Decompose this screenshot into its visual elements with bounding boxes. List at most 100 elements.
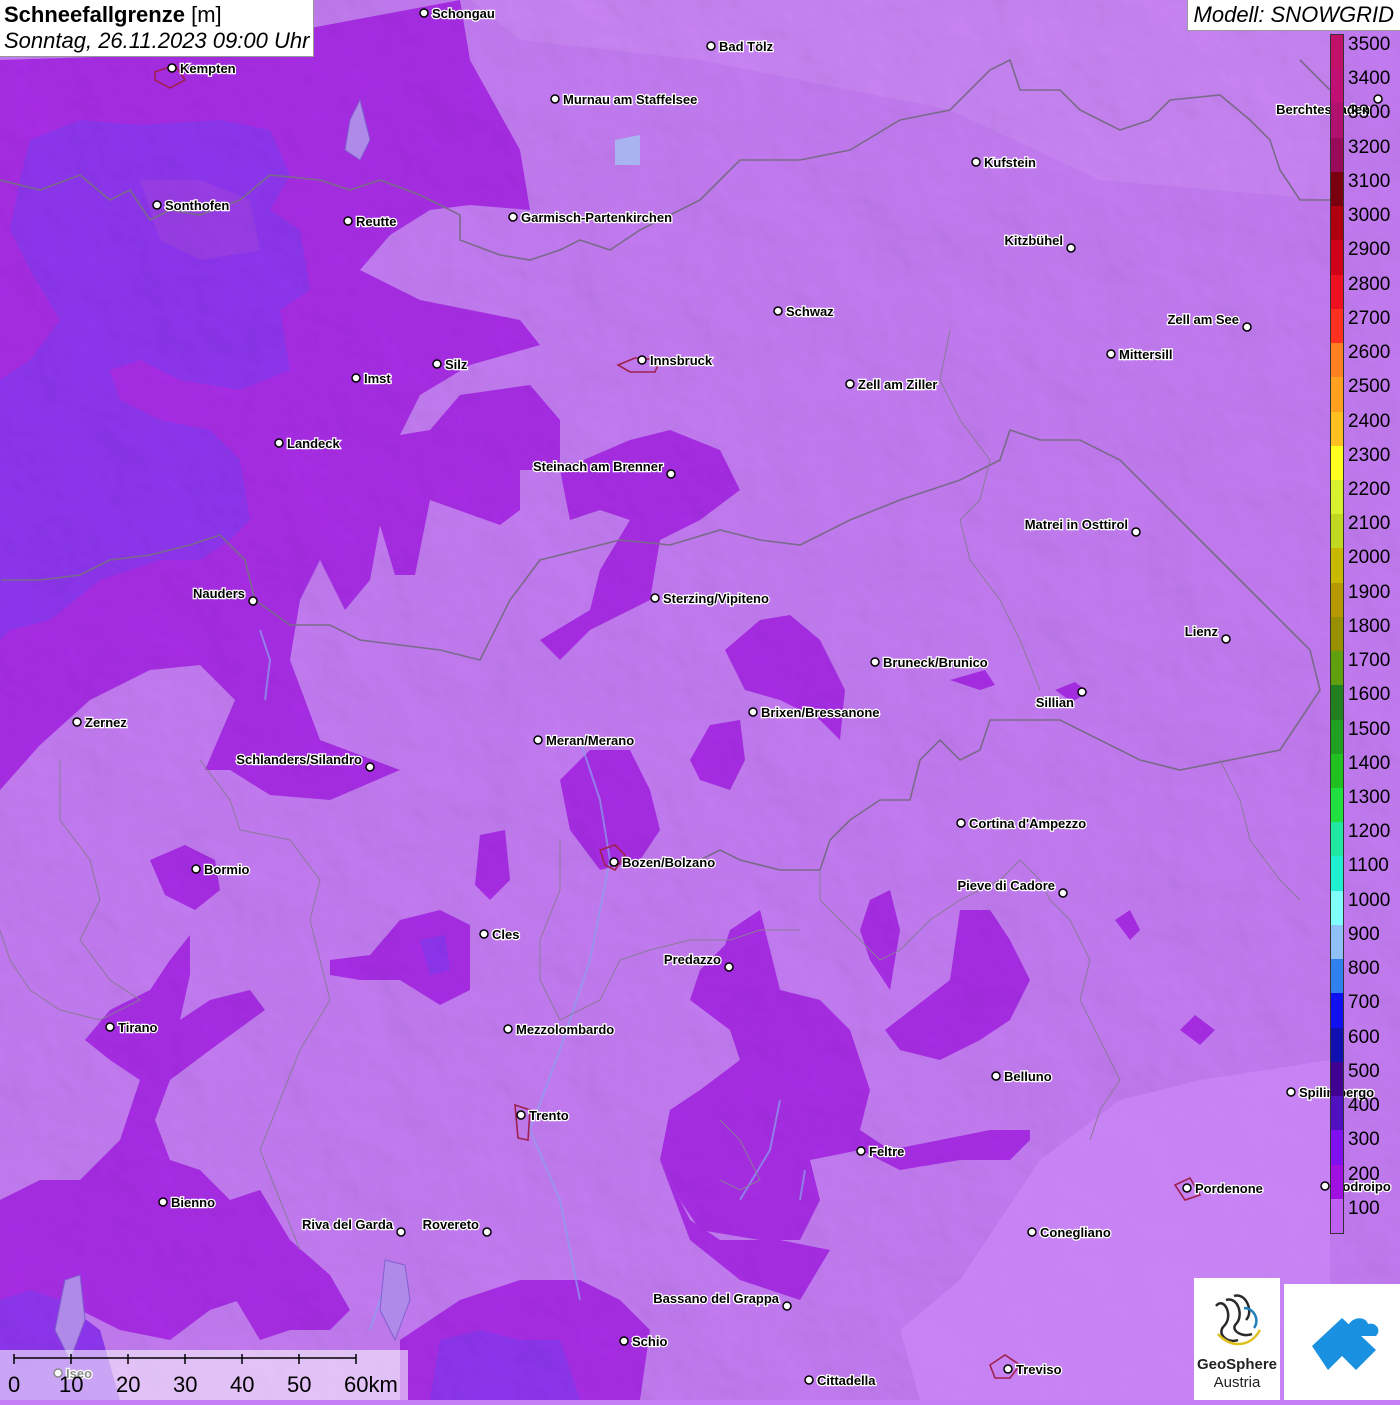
city-label: Bormio [204, 862, 250, 877]
city-label: Garmisch-Partenkirchen [521, 210, 672, 225]
city-marker [748, 707, 758, 717]
city-label: Schongau [432, 6, 495, 21]
city-marker [1242, 322, 1252, 332]
legend-label-2100: 2100 [1348, 513, 1391, 535]
legend-swatch-3100 [1331, 171, 1343, 207]
city-marker [1182, 1183, 1192, 1193]
city-label: Innsbruck [650, 353, 713, 368]
city-marker [870, 657, 880, 667]
city-mezzolombardo: Mezzolombardo [503, 1021, 616, 1038]
legend-swatch-3000 [1331, 206, 1343, 241]
legend-swatch-1600 [1331, 685, 1343, 721]
city-marker [191, 864, 201, 874]
legend-label-1700: 1700 [1348, 650, 1391, 672]
city-sterzing-vipiteno: Sterzing/Vipiteno [650, 590, 770, 607]
city-marker [365, 762, 375, 772]
city-marker [248, 596, 258, 606]
city-marker [724, 962, 734, 972]
legend-label-500: 500 [1348, 1060, 1380, 1082]
city-label: Schwaz [786, 304, 834, 319]
city-conegliano: Conegliano [1027, 1224, 1112, 1241]
city-marker [503, 1024, 513, 1034]
legend-label-3400: 3400 [1348, 68, 1391, 90]
city-label: Lienz [1185, 624, 1219, 639]
city-marker [158, 1197, 168, 1207]
city-cortina-d-ampezzo: Cortina d'Ampezzo [956, 815, 1088, 832]
geosphere-emblem-icon [1215, 1294, 1262, 1346]
legend-label-800: 800 [1348, 958, 1380, 980]
city-label: Kitzbühel [1005, 233, 1064, 248]
city-label: Mezzolombardo [516, 1022, 614, 1037]
city-label: Mittersill [1119, 347, 1172, 362]
city-bruneck-brunico: Bruneck/Brunico [870, 654, 989, 671]
legend-swatch-2900 [1331, 240, 1343, 276]
mountain-cloud-icon [1312, 1318, 1379, 1370]
legend-swatch-2400 [1331, 411, 1343, 447]
geosphere-logo: GeoSphere Austria [1194, 1278, 1280, 1400]
city-marker [274, 438, 284, 448]
city-label: Rovereto [423, 1217, 479, 1232]
city-label: Cittadella [817, 1373, 876, 1388]
city-pordenone: Pordenone [1182, 1180, 1264, 1197]
legend-swatch-2800 [1331, 274, 1343, 310]
legend-swatch-1700 [1331, 651, 1343, 686]
scale-label: 0 [8, 1372, 21, 1397]
scale-label: 10 [59, 1372, 84, 1397]
legend-label-2200: 2200 [1348, 478, 1391, 500]
legend-swatch-1300 [1331, 788, 1343, 823]
city-murnau-am-staffelsee: Murnau am Staffelsee [550, 91, 699, 108]
color-legend: 3500 3400 3300 3200 3100 3000 2900 2800 2700 2600… [1330, 34, 1400, 1234]
city-marker [1058, 888, 1068, 898]
map-title-box: Schneefallgrenze [m] Sonntag, 26.11.2023… [0, 0, 315, 57]
legend-swatch-800 [1331, 959, 1343, 994]
city-marker [773, 306, 783, 316]
city-marker [1320, 1181, 1330, 1191]
city-label: Nauders [193, 586, 245, 601]
city-label: Bozen/Bolzano [622, 855, 715, 870]
city-innsbruck: Innsbruck [637, 352, 714, 369]
legend-swatch-2200 [1331, 479, 1343, 515]
city-marker [1286, 1087, 1296, 1097]
city-label: Pordenone [1195, 1181, 1263, 1196]
city-label: Kempten [180, 61, 236, 76]
city-label: Silz [445, 357, 468, 372]
legend-swatch-2100 [1331, 514, 1343, 549]
legend-swatch-3200 [1331, 137, 1343, 173]
city-marker [482, 1227, 492, 1237]
city-label: Bassano del Grappa [653, 1291, 779, 1306]
city-label: Bad Tölz [719, 39, 774, 54]
city-label: Meran/Merano [546, 733, 634, 748]
legend-label-900: 900 [1348, 923, 1380, 945]
geosphere-logo-text: GeoSphere [1196, 1356, 1278, 1373]
city-marker [956, 818, 966, 828]
city-label: Zell am Ziller [858, 377, 937, 392]
legend-label-1800: 1800 [1348, 615, 1391, 637]
city-label: Matrei in Osttirol [1025, 517, 1128, 532]
city-label: Tirano [118, 1020, 158, 1035]
city-label: Zell am See [1167, 312, 1239, 327]
city-marker [991, 1071, 1001, 1081]
legend-label-2500: 2500 [1348, 376, 1391, 398]
city-label: Pieve di Cadore [957, 878, 1055, 893]
city-label: Trento [529, 1108, 569, 1123]
city-marker [550, 94, 560, 104]
city-marker [804, 1375, 814, 1385]
legend-label-700: 700 [1348, 992, 1380, 1014]
legend-swatch-700 [1331, 993, 1343, 1029]
legend-label-200: 200 [1348, 1163, 1380, 1185]
geosphere-logo-subtext: Austria [1213, 1374, 1261, 1391]
city-label: Zernez [85, 715, 127, 730]
scale-bar: 0 10 20 30 40 50 60km [0, 1350, 408, 1400]
legend-label-1200: 1200 [1348, 821, 1391, 843]
city-marker [419, 8, 429, 18]
city-marker [782, 1301, 792, 1311]
legend-swatch-100 [1331, 1198, 1343, 1234]
scale-label: 40 [230, 1372, 255, 1397]
legend-label-1500: 1500 [1348, 718, 1391, 740]
app-logo [1284, 1284, 1400, 1400]
city-brixen-bressanone: Brixen/Bressanone [748, 704, 881, 721]
city-label: Bruneck/Brunico [883, 655, 988, 670]
city-marker [619, 1336, 629, 1346]
legend-label-3000: 3000 [1348, 205, 1391, 227]
city-marker [706, 41, 716, 51]
